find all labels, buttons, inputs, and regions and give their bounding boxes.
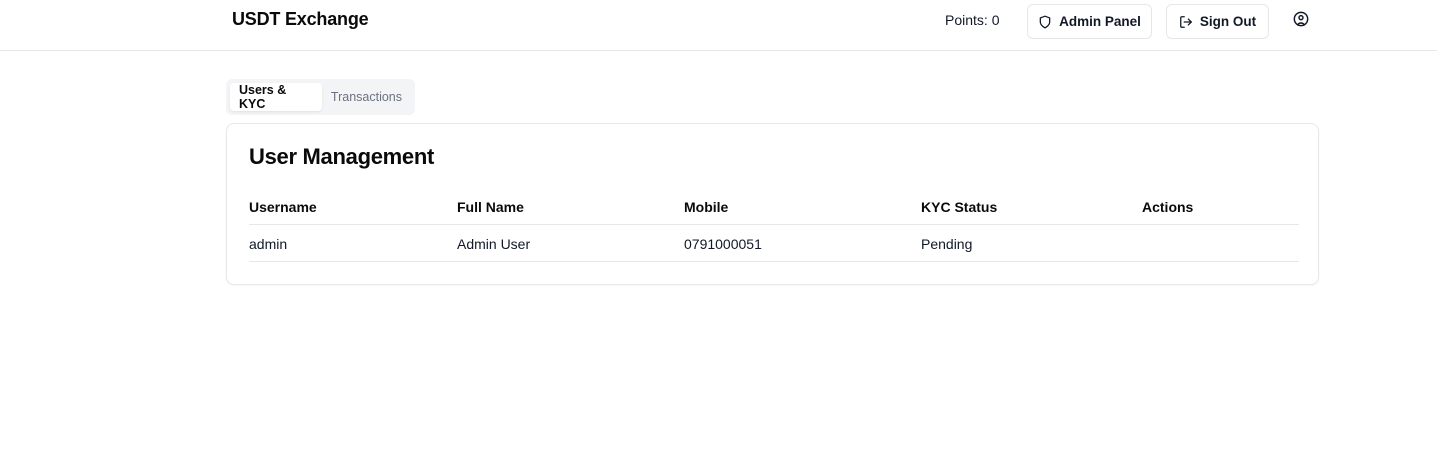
top-header: USDT Exchange Points: 0 Admin Panel Sign… (0, 0, 1437, 51)
admin-panel-button[interactable]: Admin Panel (1027, 4, 1152, 39)
shield-icon (1038, 15, 1052, 29)
brand-title[interactable]: USDT Exchange (232, 9, 369, 30)
users-table: Username Full Name Mobile KYC Status Act… (249, 188, 1299, 262)
admin-tabs: Users & KYC Transactions (226, 79, 415, 115)
cell-full-name: Admin User (457, 235, 531, 252)
user-management-card: User Management Username Full Name Mobil… (226, 123, 1319, 285)
sign-out-label: Sign Out (1199, 14, 1257, 29)
points-display: Points: 0 (945, 12, 1000, 28)
column-header-actions: Actions (1142, 198, 1194, 215)
column-header-full-name: Full Name (457, 198, 524, 215)
user-circle-icon (1293, 11, 1309, 32)
tab-users-kyc[interactable]: Users & KYC (230, 83, 322, 111)
admin-panel-label: Admin Panel (1059, 14, 1141, 29)
log-out-icon (1179, 15, 1193, 29)
cell-mobile: 0791000051 (684, 235, 762, 252)
account-button[interactable] (1287, 8, 1315, 34)
column-header-kyc-status: KYC Status (921, 198, 998, 215)
table-row: admin Admin User 0791000051 Pending (249, 225, 1299, 262)
cell-username: admin (249, 235, 288, 252)
sign-out-button[interactable]: Sign Out (1166, 4, 1269, 39)
column-header-username: Username (249, 198, 317, 215)
table-header-row: Username Full Name Mobile KYC Status Act… (249, 188, 1299, 225)
column-header-mobile: Mobile (684, 198, 729, 215)
cell-kyc-status: Pending (921, 235, 973, 252)
card-title: User Management (249, 144, 435, 169)
tab-transactions[interactable]: Transactions (322, 83, 411, 111)
